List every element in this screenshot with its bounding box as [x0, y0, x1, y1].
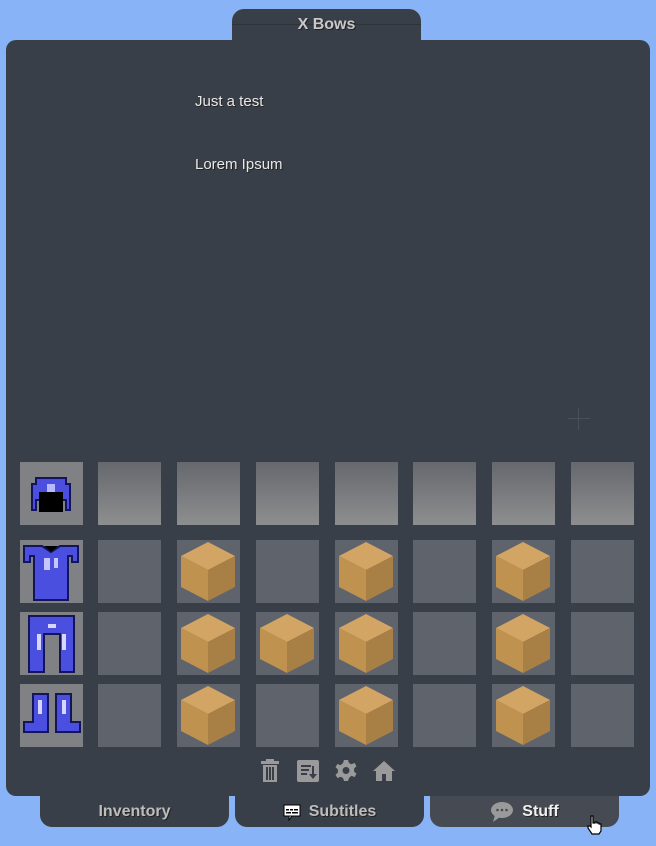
hotbar-slot[interactable] [571, 462, 634, 525]
inventory-slot[interactable] [177, 612, 240, 675]
main-panel: Just a test Lorem Ipsum [6, 40, 650, 796]
inventory-slot[interactable] [335, 612, 398, 675]
tab-inventory[interactable]: Inventory [40, 796, 229, 827]
inventory-slot[interactable] [335, 540, 398, 603]
tab-subtitles[interactable]: Subtitles [235, 796, 424, 827]
hotbar-slot[interactable] [98, 462, 161, 525]
inventory-slot[interactable] [98, 684, 161, 747]
subtitles-icon [283, 803, 301, 821]
content-line-2: Lorem Ipsum [195, 156, 283, 173]
armor-slot[interactable] [20, 684, 83, 747]
inventory-slot[interactable] [492, 684, 555, 747]
crosshair-icon [568, 408, 590, 430]
inventory-slot[interactable] [413, 612, 476, 675]
sort-button[interactable] [296, 758, 322, 784]
inventory-slot[interactable] [98, 612, 161, 675]
hotbar-slot[interactable] [256, 462, 319, 525]
settings-button[interactable] [334, 758, 360, 784]
chat-bubble-icon [490, 801, 514, 823]
hand-cursor-icon [587, 815, 602, 835]
inventory-slot[interactable] [177, 684, 240, 747]
inventory-slot[interactable] [571, 684, 634, 747]
inventory-slot[interactable] [256, 612, 319, 675]
inventory-slot[interactable] [413, 684, 476, 747]
inventory-slot[interactable] [571, 612, 634, 675]
hotbar-slot[interactable] [413, 462, 476, 525]
inventory-slot[interactable] [98, 540, 161, 603]
window-title: X Bows [297, 16, 356, 33]
home-icon [373, 761, 395, 781]
inventory-slot[interactable] [177, 540, 240, 603]
gear-icon [335, 760, 357, 781]
inventory-slot[interactable] [335, 684, 398, 747]
content-line-1: Just a test [195, 93, 264, 110]
hotbar-slot[interactable] [177, 462, 240, 525]
hotbar-slot[interactable] [335, 462, 398, 525]
inventory-slot[interactable] [413, 540, 476, 603]
inventory-slot[interactable] [256, 684, 319, 747]
inventory-slot[interactable] [256, 540, 319, 603]
inventory-slot[interactable] [492, 540, 555, 603]
inventory-slot[interactable] [571, 540, 634, 603]
tab-label: Stuff [522, 802, 559, 820]
sort-icon [297, 760, 319, 782]
armor-slot[interactable] [20, 462, 83, 525]
tab-label: Inventory [98, 802, 171, 820]
armor-slot[interactable] [20, 540, 83, 603]
armor-slot[interactable] [20, 612, 83, 675]
home-button[interactable] [372, 758, 398, 784]
hotbar-slot[interactable] [492, 462, 555, 525]
trash-icon [261, 759, 279, 782]
trash-button[interactable] [258, 758, 284, 784]
tab-label: Subtitles [308, 802, 377, 820]
inventory-slot[interactable] [492, 612, 555, 675]
